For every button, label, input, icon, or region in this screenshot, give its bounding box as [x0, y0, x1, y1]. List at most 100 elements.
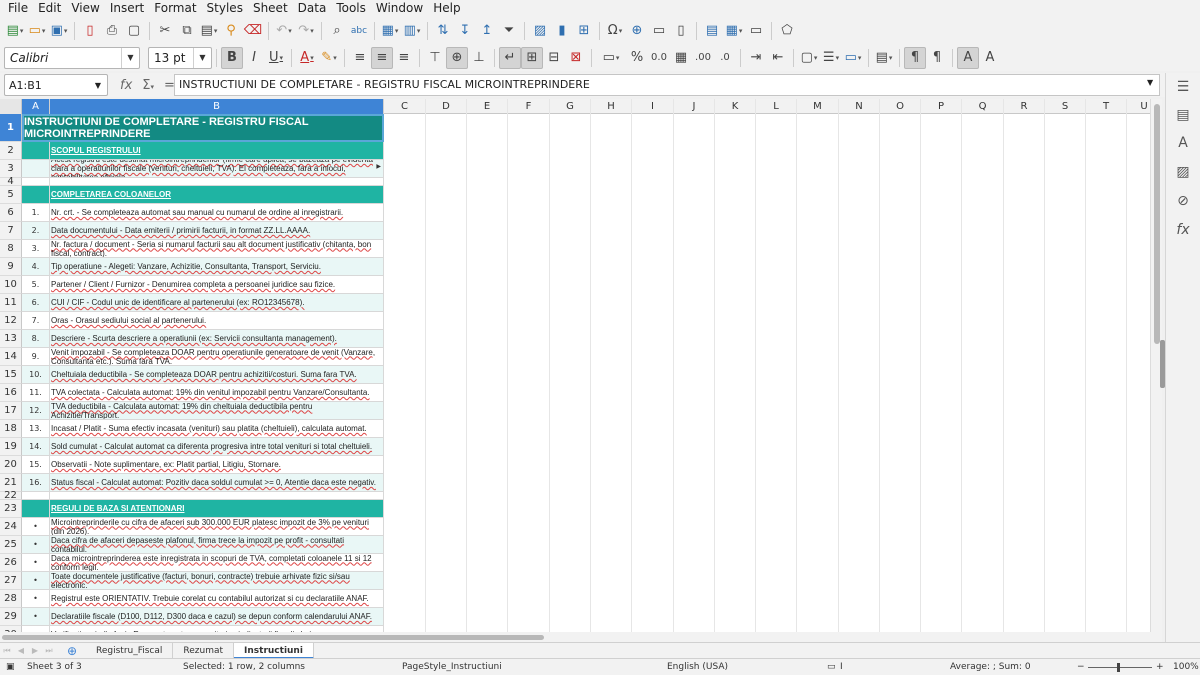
- table-row[interactable]: 7 2. Data documentului - Data emiterii / p…: [0, 222, 1162, 240]
- cell-a[interactable]: 4.: [22, 258, 50, 276]
- copy-icon[interactable]: ⧉: [176, 20, 198, 42]
- column-header-g[interactable]: G: [550, 99, 591, 114]
- cell-a[interactable]: •: [22, 590, 50, 608]
- cell-b[interactable]: [50, 492, 384, 500]
- headers-footers-icon[interactable]: ▯: [670, 20, 692, 42]
- cell-a[interactable]: 1.: [22, 204, 50, 222]
- autofilter-icon[interactable]: ⏷: [498, 20, 520, 42]
- hyperlink-icon[interactable]: ⊕: [626, 20, 648, 42]
- title-cell[interactable]: INSTRUCTIUNI DE COMPLETARE - REGISTRU FI…: [22, 114, 384, 142]
- sort-ascending-icon[interactable]: ↧: [454, 20, 476, 42]
- row-header[interactable]: 18: [0, 420, 22, 438]
- borders-icon[interactable]: ▢ ▾: [798, 47, 820, 69]
- table-row[interactable]: 13 8. Descriere - Scurta descriere a opera…: [0, 330, 1162, 348]
- table-row[interactable]: 27 • Toate documentele justificative (fact…: [0, 572, 1162, 590]
- cell-a[interactable]: 16.: [22, 474, 50, 492]
- cell-b[interactable]: Data documentului - Data emiterii / prim…: [50, 222, 384, 240]
- text-vertical-icon[interactable]: A: [979, 47, 1001, 69]
- column-header-j[interactable]: J: [674, 99, 715, 114]
- decrease-indent-icon[interactable]: ⇤: [767, 47, 789, 69]
- function-wizard-icon[interactable]: fx: [120, 78, 132, 93]
- last-sheet-icon[interactable]: ⏭: [42, 645, 56, 657]
- define-print-area-icon[interactable]: ▤: [701, 20, 723, 42]
- previous-sheet-icon[interactable]: ◀: [14, 645, 28, 657]
- row-header[interactable]: 12: [0, 312, 22, 330]
- selection-mode-icon[interactable]: ▭: [827, 661, 836, 674]
- row-header[interactable]: 4: [0, 176, 22, 187]
- wrap-text-icon[interactable]: ↵: [499, 46, 521, 69]
- menu-format[interactable]: Format: [149, 0, 201, 17]
- zoom-out-icon[interactable]: −: [1077, 661, 1085, 674]
- column-header-q[interactable]: Q: [962, 99, 1004, 114]
- cell-b[interactable]: SCOPUL REGISTRULUI: [50, 142, 384, 160]
- table-row[interactable]: 21 16. Status fiscal - Calculat automat: P…: [0, 474, 1162, 492]
- border-color-icon[interactable]: ▭ ▾: [842, 47, 864, 69]
- date-format-icon[interactable]: ▦: [670, 47, 692, 69]
- row-header[interactable]: 6: [0, 204, 22, 222]
- paste-icon[interactable]: ▤ ▾: [198, 20, 220, 42]
- table-row[interactable]: 11 6. CUI / CIF - Codul unic de identifica…: [0, 294, 1162, 312]
- column-header-d[interactable]: D: [426, 99, 467, 114]
- row-header[interactable]: 14: [0, 348, 22, 366]
- left-to-right-icon[interactable]: ¶: [904, 46, 926, 69]
- table-row[interactable]: 6 1. Nr. crt. - Se completeaza automat sau…: [0, 204, 1162, 222]
- table-row[interactable]: 10 5. Partener / Client / Furnizor - Denum…: [0, 276, 1162, 294]
- column-header-a[interactable]: A: [22, 99, 50, 114]
- table-row[interactable]: 25 • Daca cifra de afaceri depaseste plafo…: [0, 536, 1162, 554]
- cell-a[interactable]: •: [22, 554, 50, 572]
- horizontal-scrollbar[interactable]: [0, 632, 1162, 642]
- underline-icon[interactable]: U ▾: [265, 47, 287, 69]
- cell-a[interactable]: 9.: [22, 348, 50, 366]
- section-header-row[interactable]: 23 REGULI DE BAZA SI ATENTIONARI: [0, 500, 1162, 518]
- row-header[interactable]: 5: [0, 186, 22, 204]
- column-header-s[interactable]: S: [1045, 99, 1086, 114]
- font-size-box[interactable]: 13 pt ▼: [148, 46, 212, 69]
- row-header[interactable]: 8: [0, 240, 22, 258]
- horizontal-scroll-thumb[interactable]: [2, 635, 544, 640]
- cell-a[interactable]: 5.: [22, 276, 50, 294]
- font-color-icon[interactable]: A ▾: [296, 47, 318, 69]
- bold-icon[interactable]: B: [221, 46, 243, 69]
- comment-icon[interactable]: ▭: [648, 20, 670, 42]
- menu-window[interactable]: Window: [371, 0, 428, 17]
- row-header[interactable]: 13: [0, 330, 22, 348]
- table-row[interactable]: 15 10. Cheltuiala deductibila - Se complet…: [0, 366, 1162, 384]
- table-row[interactable]: 28 • Registrul este ORIENTATIV. Trebuie co…: [0, 590, 1162, 608]
- formula-input[interactable]: INSTRUCTIUNI DE COMPLETARE - REGISTRU FI…: [174, 74, 1160, 96]
- row-header[interactable]: 11: [0, 294, 22, 312]
- add-decimal-icon[interactable]: .00: [692, 47, 714, 69]
- section-header-row[interactable]: 5 COMPLETAREA COLOANELOR: [0, 186, 1162, 204]
- cell-a[interactable]: [22, 186, 50, 204]
- new-document-icon[interactable]: ▤ ▾: [4, 20, 26, 42]
- row-header[interactable]: 16: [0, 384, 22, 402]
- sheet-tab[interactable]: Instructiuni: [234, 642, 314, 659]
- cell-b[interactable]: Cheltuiala deductibila - Se completeaza …: [50, 366, 384, 384]
- find-replace-icon[interactable]: ⌕: [326, 20, 348, 42]
- row-header[interactable]: 10: [0, 276, 22, 294]
- first-sheet-icon[interactable]: ⏮: [0, 645, 14, 657]
- table-row[interactable]: 22: [0, 490, 1162, 501]
- sheet-tab[interactable]: Registru_Fiscal: [86, 642, 174, 659]
- cell-a[interactable]: 10.: [22, 366, 50, 384]
- table-row[interactable]: 8 3. Nr. factura / document - Seria si num…: [0, 240, 1162, 258]
- spreadsheet-grid[interactable]: ABCDEFGHIJKLMNOPQRSTU 1 INSTRUCTIUNI DE C…: [0, 99, 1162, 632]
- italic-icon[interactable]: I: [243, 47, 265, 69]
- open-folder-icon[interactable]: ▭ ▾: [26, 20, 48, 42]
- cell-a[interactable]: [22, 160, 50, 178]
- sort-icon[interactable]: ⇅: [432, 20, 454, 42]
- cell-a[interactable]: 8.: [22, 330, 50, 348]
- chevron-down-icon[interactable]: ▼: [89, 81, 107, 90]
- select-all-corner[interactable]: [0, 99, 22, 114]
- row-header[interactable]: 7: [0, 222, 22, 240]
- cell-a[interactable]: [22, 492, 50, 500]
- table-row[interactable]: 20 15. Observatii - Note suplimentare, ex:…: [0, 456, 1162, 474]
- hamburger-menu-icon[interactable]: ☰: [1174, 78, 1192, 96]
- row-header[interactable]: 29: [0, 608, 22, 626]
- column-header-m[interactable]: M: [797, 99, 839, 114]
- cell-b[interactable]: TVA deductibila - Calculata automat: 19%…: [50, 402, 384, 420]
- align-center-icon[interactable]: ≡: [371, 46, 393, 69]
- vertical-scroll-thumb[interactable]: [1154, 104, 1160, 344]
- print-preview-icon[interactable]: ▢: [123, 20, 145, 42]
- chevron-down-icon[interactable]: ▼: [121, 47, 139, 68]
- menu-data[interactable]: Data: [293, 0, 332, 17]
